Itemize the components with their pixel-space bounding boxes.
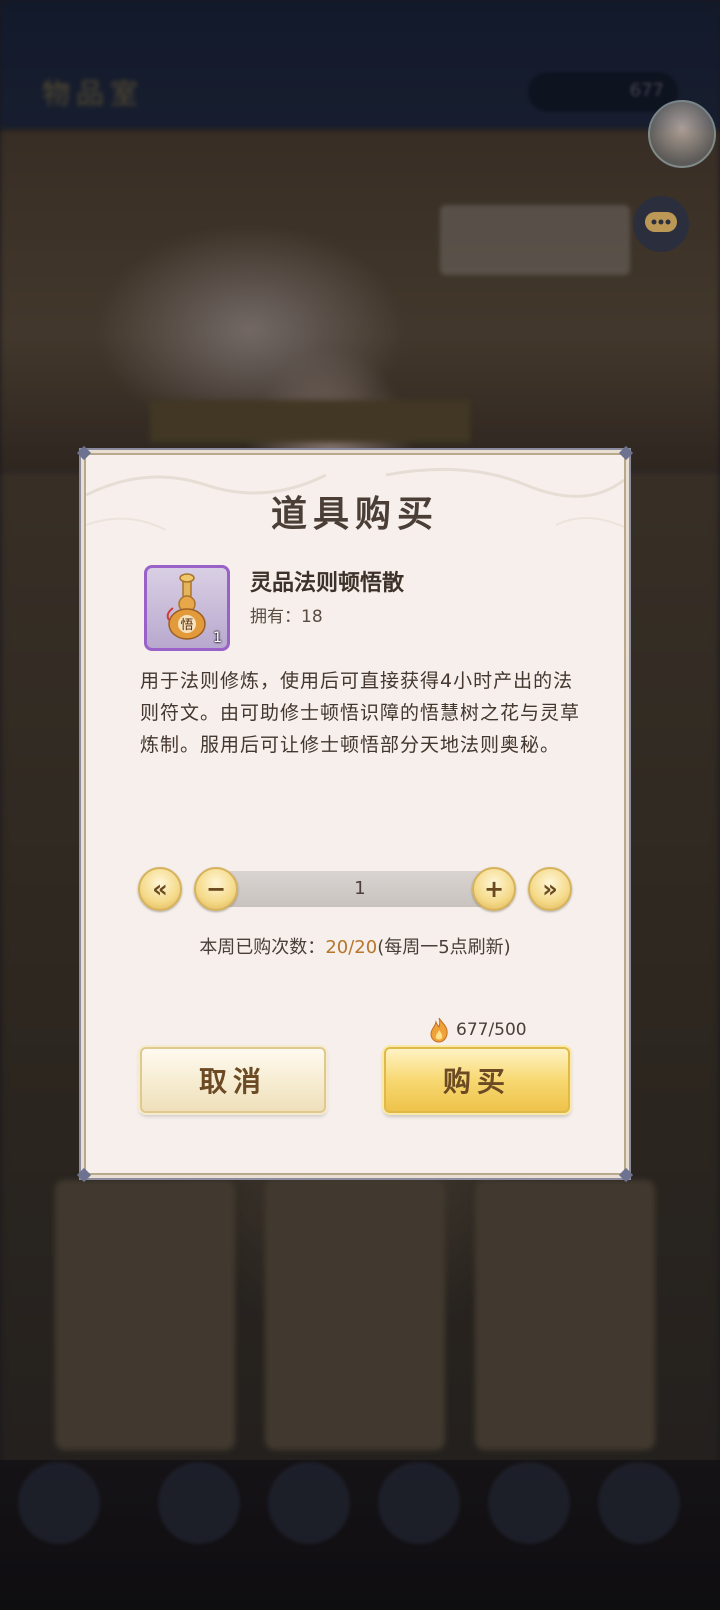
weekly-count: 20/20: [325, 937, 378, 958]
double-chevron-right-icon: »: [542, 875, 558, 903]
buy-button[interactable]: 购买: [384, 1047, 570, 1113]
cancel-button[interactable]: 取消: [140, 1047, 326, 1113]
minus-icon: −: [205, 875, 227, 903]
owned-label: 拥有：: [250, 607, 301, 627]
item-name: 灵品法则顿悟散: [250, 571, 405, 596]
min-quantity-button[interactable]: «: [138, 867, 182, 911]
dialog-title: 道具购买: [270, 493, 439, 535]
chat-icon: [633, 196, 689, 252]
owned-value: 18: [301, 607, 323, 627]
weekly-refresh-note: (每周一5点刷新): [377, 937, 511, 958]
weekly-purchase-limit: 本周已购次数：20/20(每周一5点刷新): [86, 933, 624, 959]
flame-icon: [430, 1017, 448, 1043]
item-description: 用于法则修炼，使用后可直接获得4小时产出的法则符文。由可助修士顿悟识障的悟慧树之…: [140, 670, 581, 756]
decrease-button[interactable]: −: [194, 867, 238, 911]
item-icon-count: 1: [213, 630, 222, 646]
cost-value: 677/500: [456, 1020, 527, 1040]
item-icon-glyph: 悟: [180, 618, 193, 633]
double-chevron-left-icon: «: [152, 875, 168, 903]
item-icon[interactable]: 悟 1: [144, 565, 230, 651]
owned-count: 拥有：18: [250, 602, 323, 627]
purchase-dialog: 道具购买 悟 1 灵品法则顿悟散 拥有：18 用于法则修炼，使用后可直接获得4小…: [76, 445, 634, 1183]
weekly-label: 本周已购次数：: [199, 937, 326, 958]
plus-icon: +: [483, 875, 505, 903]
increase-button[interactable]: +: [472, 867, 516, 911]
cost-display: 677/500: [428, 1017, 527, 1043]
avatar: [648, 100, 716, 168]
max-quantity-button[interactable]: »: [528, 867, 572, 911]
quantity-value: 1: [354, 878, 366, 899]
